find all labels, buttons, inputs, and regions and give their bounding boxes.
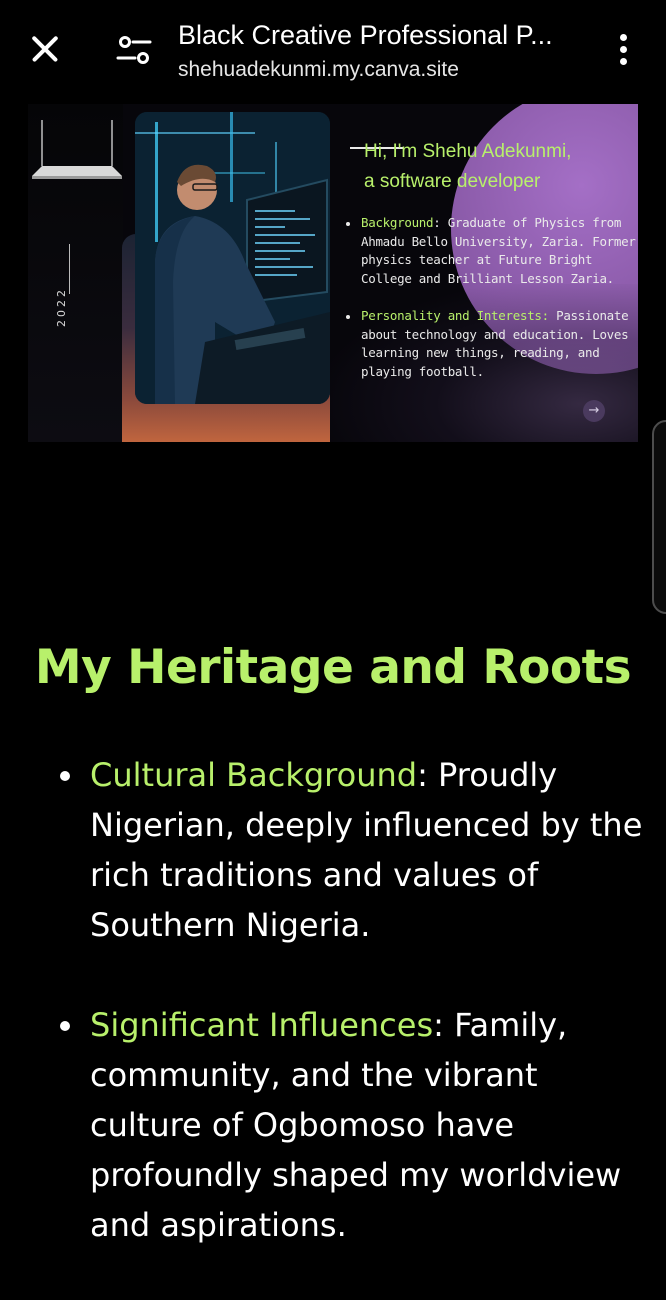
slide-bullet-list: Background: Graduate of Physics from Ahm… [346, 214, 636, 400]
list-item: Cultural Background: Proudly Nigerian, d… [56, 750, 656, 950]
page-title: Black Creative Professional P... [178, 20, 553, 50]
laptop-icon [32, 120, 122, 179]
more-vert-icon[interactable] [612, 30, 636, 70]
section-heading: My Heritage and Roots [34, 640, 632, 695]
arrow-right-icon[interactable]: → [583, 400, 605, 422]
list-item-label: Background [361, 215, 434, 230]
year-label: 2022 [55, 287, 68, 327]
list-item: Background: Graduate of Physics from Ahm… [346, 214, 636, 289]
slide-left-panel: 2022 [28, 104, 123, 442]
browser-toolbar: Black Creative Professional P... shehuad… [0, 0, 666, 100]
list-item: Personality and Interests: Passionate ab… [346, 307, 636, 382]
list-item-label: Significant Influences [90, 1006, 434, 1044]
list-item: Significant Influences: Family, communit… [56, 1000, 656, 1250]
heritage-list: Cultural Background: Proudly Nigerian, d… [56, 750, 656, 1300]
page-url[interactable]: shehuadekunmi.my.canva.site [178, 58, 578, 82]
tune-icon[interactable] [116, 34, 152, 66]
intro-subtitle: a software developer [364, 171, 541, 192]
close-icon[interactable] [26, 30, 64, 68]
intro-heading: Hi, I'm Shehu Adekunmi, a software devel… [364, 137, 624, 197]
list-item-label: Personality and Interests: [361, 307, 549, 323]
slide-preview: 2022 Hi, I'm Shehu Adekunmi, a software … [28, 104, 638, 442]
developer-photo [135, 112, 330, 404]
list-item-label: Cultural Background [90, 756, 418, 794]
scroll-handle[interactable] [652, 420, 666, 614]
intro-text: Hi, I'm Shehu Adekunmi, [364, 141, 572, 162]
